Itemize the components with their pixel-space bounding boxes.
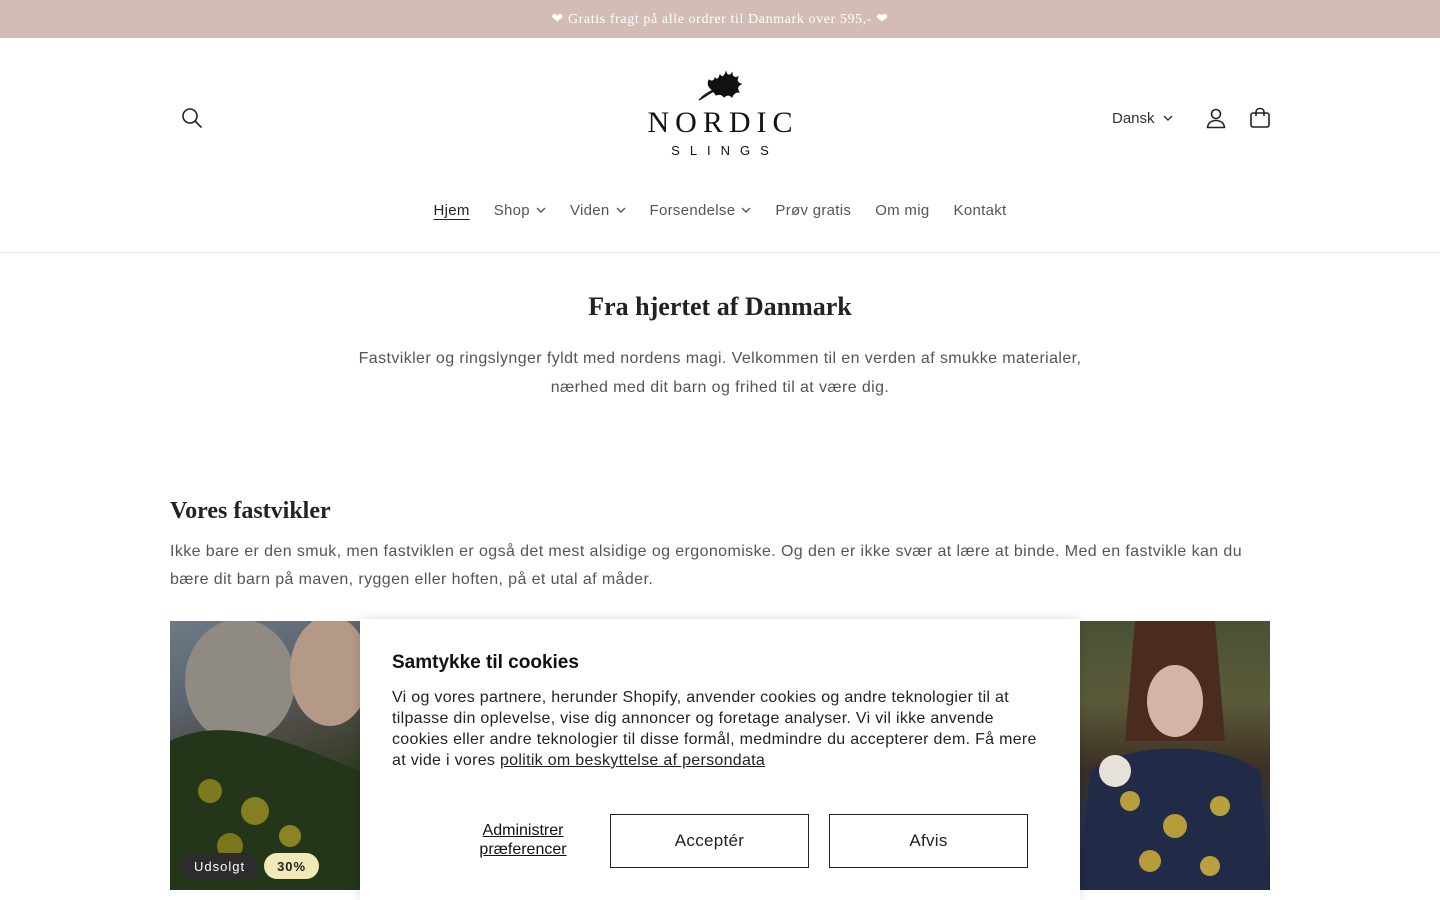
nav-item-kontakt[interactable]: Kontakt <box>942 198 1019 222</box>
user-icon <box>1206 108 1226 129</box>
accept-cookies-button[interactable]: Acceptér <box>610 814 809 868</box>
sold-out-badge: Udsolgt <box>181 853 259 879</box>
section-title: Vores fastvikler <box>170 498 331 524</box>
nav-item-label: Hjem <box>433 201 470 219</box>
site-logo[interactable]: NORDIC SLINGS <box>620 66 820 176</box>
announcement-text: ❤ Gratis fragt på alle ordrer til Danmar… <box>551 11 889 27</box>
nav-item-label: Forsendelse <box>649 201 736 219</box>
cookie-consent-banner: Samtykke til cookies Vi og vores partner… <box>360 619 1080 900</box>
oak-leaf-logo-icon <box>698 70 743 101</box>
manage-preferences-link[interactable]: Administrer præferencer <box>440 821 606 859</box>
nav-item-label: Viden <box>569 201 610 219</box>
privacy-policy-link[interactable]: politik om beskyttelse af persondata <box>500 752 765 769</box>
product-photo-right <box>1080 621 1270 890</box>
chevron-down-icon <box>536 207 546 213</box>
language-selector[interactable]: Dansk <box>1112 106 1173 130</box>
nav-item-label: Om mig <box>875 201 930 219</box>
cookie-text: Vi og vores partnere, herunder Shopify, … <box>392 687 1048 771</box>
chevron-down-icon <box>1163 115 1173 121</box>
nav-item-label: Prøv gratis <box>775 201 852 219</box>
chevron-down-icon <box>616 207 626 213</box>
product-badges: Udsolgt 30% <box>181 853 320 879</box>
cart-button[interactable] <box>1244 102 1276 134</box>
product-image-right[interactable] <box>1080 621 1270 890</box>
logo-subtitle: SLINGS <box>671 143 779 158</box>
language-label: Dansk <box>1112 109 1155 127</box>
nav-item-hjem[interactable]: Hjem <box>422 198 482 222</box>
site-header: NORDIC SLINGS Dansk Hjem Shop Viden Fors… <box>0 38 1440 253</box>
nav-item-viden[interactable]: Viden <box>558 198 638 222</box>
hero-text: Fastvikler og ringslynger fyldt med nord… <box>358 350 1082 396</box>
chevron-down-icon <box>741 207 751 213</box>
reject-cookies-button[interactable]: Afvis <box>829 814 1028 868</box>
cookie-title: Samtykke til cookies <box>392 652 579 673</box>
logo-title: NORDIC <box>647 106 799 139</box>
search-button[interactable] <box>176 102 208 134</box>
discount-badge: 30% <box>264 853 320 879</box>
hero-title: Fra hjertet af Danmark <box>588 292 852 321</box>
product-photo-left <box>170 621 360 890</box>
nav-item-forsendelse[interactable]: Forsendelse <box>638 198 764 222</box>
cookie-actions: Administrer præferencer Acceptér Afvis <box>392 814 1048 868</box>
shopping-bag-icon <box>1250 107 1270 128</box>
nav-item-label: Kontakt <box>953 201 1007 219</box>
section-text: Ikke bare er den smuk, men fastviklen er… <box>170 543 1243 588</box>
product-image-left[interactable] <box>170 621 360 890</box>
announcement-bar: ❤ Gratis fragt på alle ordrer til Danmar… <box>0 0 1440 38</box>
account-button[interactable] <box>1200 102 1232 134</box>
search-icon <box>182 108 202 128</box>
main-navigation: Hjem Shop Viden Forsendelse Prøv gratis … <box>0 198 1440 222</box>
nav-item-om-mig[interactable]: Om mig <box>863 198 941 222</box>
nav-item-label: Shop <box>493 201 530 219</box>
nav-item-prov-gratis[interactable]: Prøv gratis <box>763 198 863 222</box>
nav-item-shop[interactable]: Shop <box>482 198 558 222</box>
